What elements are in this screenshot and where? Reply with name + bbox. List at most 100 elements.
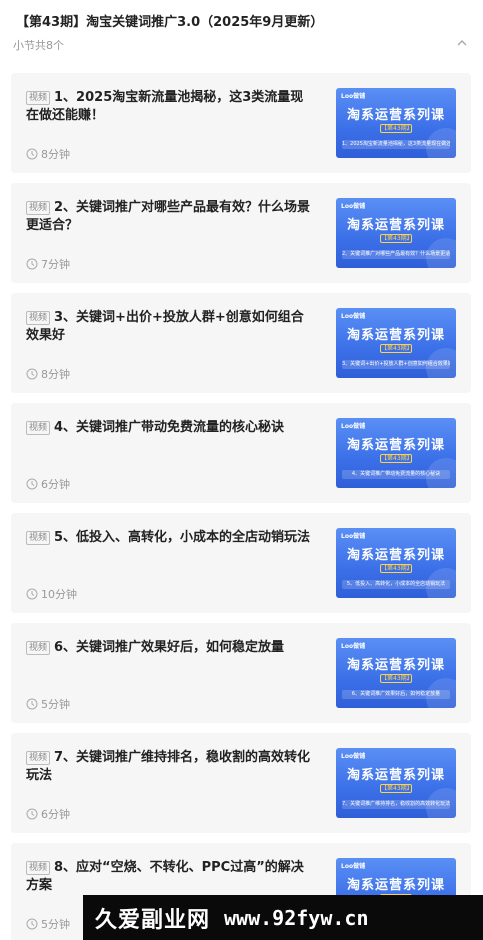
clock-icon bbox=[26, 698, 38, 710]
duration-text: 10分钟 bbox=[41, 588, 77, 601]
lesson-title: 视频 2、关键词推广对哪些产品最有效？什么场景更适合？ bbox=[26, 199, 316, 235]
duration-text: 5分钟 bbox=[41, 698, 70, 711]
thumbnail-caption: 4、关键词推广带动免费流量的核心秘诀 bbox=[342, 470, 450, 479]
lesson-card[interactable]: 视频 1、2025淘宝新流量池揭秘，这3类流量现在做还能赚！ 8分钟 Loo做铺 … bbox=[11, 73, 471, 173]
video-badge: 视频 bbox=[26, 751, 51, 765]
video-badge: 视频 bbox=[26, 641, 51, 655]
thumbnail-series-title: 淘系运营系列课 bbox=[346, 878, 445, 893]
lesson-title: 视频 4、关键词推广带动免费流量的核心秘诀 bbox=[26, 419, 316, 437]
duration-text: 8分钟 bbox=[41, 368, 70, 381]
thumbnail-series-title: 淘系运营系列课 bbox=[346, 218, 445, 233]
video-badge: 视频 bbox=[26, 861, 51, 875]
lesson-thumbnail[interactable]: Loo做铺 淘系运营系列课 【第43期】 6、关键词推广效果好后，如何稳定放量 bbox=[336, 638, 456, 708]
lesson-title: 视频 7、关键词推广维持排名，稳收割的高效转化玩法 bbox=[26, 749, 316, 785]
thumbnail-series-title: 淘系运营系列课 bbox=[346, 768, 445, 783]
thumbnail-caption: 5、低投入、高转化，小成本的全店动销玩法 bbox=[342, 580, 450, 589]
thumbnail-series-title: 淘系运营系列课 bbox=[346, 548, 445, 563]
lesson-thumbnail[interactable]: Loo做铺 淘系运营系列课 【第43期】 4、关键词推广带动免费流量的核心秘诀 bbox=[336, 418, 456, 488]
duration-text: 6分钟 bbox=[41, 808, 70, 821]
lesson-title-text: 7、关键词推广维持排名，稳收割的高效转化玩法 bbox=[26, 750, 311, 783]
duration-text: 8分钟 bbox=[41, 148, 70, 161]
lesson-title-text: 3、关键词+出价+投放人群+创意如何组合效果好 bbox=[26, 310, 304, 343]
thumbnail-issue: 【第43期】 bbox=[380, 344, 413, 353]
section-count: 小节共8个 bbox=[13, 39, 64, 52]
lesson-duration: 8分钟 bbox=[26, 146, 70, 162]
lesson-title: 视频 3、关键词+出价+投放人群+创意如何组合效果好 bbox=[26, 309, 316, 345]
course-title: 【第43期】淘宝关键词推广3.0（2025年9月更新） bbox=[16, 15, 324, 30]
lesson-card[interactable]: 视频 4、关键词推广带动免费流量的核心秘诀 6分钟 Loo做铺 淘系运营系列课 【… bbox=[11, 403, 471, 503]
lesson-thumbnail[interactable]: Loo做铺 淘系运营系列课 【第43期】 3、关键词+出价+投放人群+创意如何组… bbox=[336, 308, 456, 378]
thumbnail-series-title: 淘系运营系列课 bbox=[346, 438, 445, 453]
lesson-title: 视频 6、关键词推广效果好后，如何稳定放量 bbox=[26, 639, 316, 657]
thumbnail-logo: Loo做铺 bbox=[341, 313, 366, 320]
thumbnail-issue: 【第43期】 bbox=[380, 674, 413, 683]
lesson-thumbnail[interactable]: Loo做铺 淘系运营系列课 【第43期】 2、关键词推广对哪些产品最有效？什么场… bbox=[336, 198, 456, 268]
lesson-duration: 8分钟 bbox=[26, 366, 70, 382]
lesson-duration: 6分钟 bbox=[26, 476, 70, 492]
watermark-name: 久爱副业网 bbox=[95, 907, 211, 933]
thumbnail-logo: Loo做铺 bbox=[341, 203, 366, 210]
lesson-title-text: 1、2025淘宝新流量池揭秘，这3类流量现在做还能赚！ bbox=[26, 90, 304, 123]
lesson-title-text: 8、应对“空烧、不转化、PPC过高”的解决方案 bbox=[26, 860, 304, 893]
lesson-title-text: 4、关键词推广带动免费流量的核心秘诀 bbox=[54, 420, 285, 435]
lesson-duration: 6分钟 bbox=[26, 806, 70, 822]
video-badge: 视频 bbox=[26, 531, 51, 545]
lesson-title: 视频 8、应对“空烧、不转化、PPC过高”的解决方案 bbox=[26, 859, 316, 895]
lesson-duration: 10分钟 bbox=[26, 586, 77, 602]
clock-icon bbox=[26, 918, 38, 930]
lesson-duration: 7分钟 bbox=[26, 256, 70, 272]
thumbnail-series-title: 淘系运营系列课 bbox=[346, 328, 445, 343]
thumbnail-caption: 6、关键词推广效果好后，如何稳定放量 bbox=[342, 690, 450, 699]
lesson-list: 视频 1、2025淘宝新流量池揭秘，这3类流量现在做还能赚！ 8分钟 Loo做铺 … bbox=[11, 73, 471, 940]
course-header: 【第43期】淘宝关键词推广3.0（2025年9月更新） 小节共8个 bbox=[0, 0, 483, 60]
thumbnail-logo: Loo做铺 bbox=[341, 643, 366, 650]
lesson-thumbnail[interactable]: Loo做铺 淘系运营系列课 【第43期】 7、关键词推广维持排名，稳收割的高效转… bbox=[336, 748, 456, 818]
clock-icon bbox=[26, 368, 38, 380]
thumbnail-caption: 1、2025淘宝新流量池揭秘，这3类流量现在做还能赚 bbox=[342, 140, 450, 149]
clock-icon bbox=[26, 148, 38, 160]
clock-icon bbox=[26, 258, 38, 270]
thumbnail-series-title: 淘系运营系列课 bbox=[346, 108, 445, 123]
clock-icon bbox=[26, 588, 38, 600]
video-badge: 视频 bbox=[26, 91, 51, 105]
watermark-banner: 久爱副业网 www.92fyw.cn bbox=[83, 895, 483, 940]
lesson-title: 视频 5、低投入、高转化，小成本的全店动销玩法 bbox=[26, 529, 316, 547]
thumbnail-logo: Loo做铺 bbox=[341, 93, 366, 100]
thumbnail-logo: Loo做铺 bbox=[341, 533, 366, 540]
lesson-card[interactable]: 视频 7、关键词推广维持排名，稳收割的高效转化玩法 6分钟 Loo做铺 淘系运营系… bbox=[11, 733, 471, 833]
video-badge: 视频 bbox=[26, 201, 51, 215]
lesson-title: 视频 1、2025淘宝新流量池揭秘，这3类流量现在做还能赚！ bbox=[26, 89, 316, 125]
clock-icon bbox=[26, 478, 38, 490]
thumbnail-issue: 【第43期】 bbox=[380, 454, 413, 463]
lesson-card[interactable]: 视频 6、关键词推广效果好后，如何稳定放量 5分钟 Loo做铺 淘系运营系列课 【… bbox=[11, 623, 471, 723]
lesson-card[interactable]: 视频 2、关键词推广对哪些产品最有效？什么场景更适合？ 7分钟 Loo做铺 淘系运… bbox=[11, 183, 471, 283]
thumbnail-issue: 【第43期】 bbox=[380, 784, 413, 793]
lesson-duration: 5分钟 bbox=[26, 916, 70, 932]
lesson-title-text: 6、关键词推广效果好后，如何稳定放量 bbox=[54, 640, 285, 655]
thumbnail-caption: 2、关键词推广对哪些产品最有效？什么场景更适合 bbox=[342, 250, 450, 259]
lesson-thumbnail[interactable]: Loo做铺 淘系运营系列课 【第43期】 5、低投入、高转化，小成本的全店动销玩… bbox=[336, 528, 456, 598]
thumbnail-logo: Loo做铺 bbox=[341, 753, 366, 760]
thumbnail-caption: 3、关键词+出价+投放人群+创意如何组合效果好 bbox=[342, 360, 450, 369]
thumbnail-series-title: 淘系运营系列课 bbox=[346, 658, 445, 673]
lesson-card[interactable]: 视频 5、低投入、高转化，小成本的全店动销玩法 10分钟 Loo做铺 淘系运营系列… bbox=[11, 513, 471, 613]
duration-text: 7分钟 bbox=[41, 258, 70, 271]
lesson-title-text: 5、低投入、高转化，小成本的全店动销玩法 bbox=[54, 530, 311, 545]
duration-text: 6分钟 bbox=[41, 478, 70, 491]
clock-icon bbox=[26, 808, 38, 820]
chevron-up-icon[interactable] bbox=[455, 36, 469, 50]
thumbnail-issue: 【第43期】 bbox=[380, 234, 413, 243]
watermark-url: www.92fyw.cn bbox=[224, 905, 369, 930]
thumbnail-logo: Loo做铺 bbox=[341, 863, 366, 870]
lesson-duration: 5分钟 bbox=[26, 696, 70, 712]
lesson-title-text: 2、关键词推广对哪些产品最有效？什么场景更适合？ bbox=[26, 200, 311, 233]
thumbnail-logo: Loo做铺 bbox=[341, 423, 366, 430]
lesson-thumbnail[interactable]: Loo做铺 淘系运营系列课 【第43期】 1、2025淘宝新流量池揭秘，这3类流… bbox=[336, 88, 456, 158]
thumbnail-issue: 【第43期】 bbox=[380, 564, 413, 573]
thumbnail-caption: 7、关键词推广维持排名，稳收割的高效转化玩法 bbox=[342, 800, 450, 809]
video-badge: 视频 bbox=[26, 421, 51, 435]
video-badge: 视频 bbox=[26, 311, 51, 325]
duration-text: 5分钟 bbox=[41, 918, 70, 931]
thumbnail-issue: 【第43期】 bbox=[380, 124, 413, 133]
lesson-card[interactable]: 视频 3、关键词+出价+投放人群+创意如何组合效果好 8分钟 Loo做铺 淘系运营… bbox=[11, 293, 471, 393]
